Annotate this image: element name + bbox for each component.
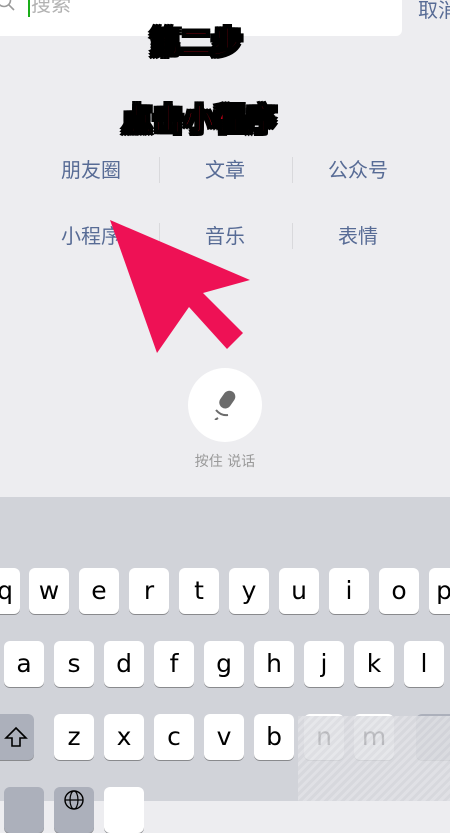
key-y[interactable]: y xyxy=(229,568,269,614)
key-f[interactable]: f xyxy=(154,641,194,687)
microphone-icon xyxy=(214,390,236,420)
category-stickers[interactable]: 表情 xyxy=(293,221,423,251)
key-q[interactable]: q xyxy=(0,568,20,614)
voice-hint: 按住 说话 xyxy=(194,454,256,470)
key-c[interactable]: c xyxy=(154,714,194,760)
key-s[interactable]: s xyxy=(54,641,94,687)
search-placeholder: 搜索 xyxy=(31,0,71,16)
instruction-banner: 点击小程序 xyxy=(121,102,277,138)
category-moments[interactable]: 朋友圈 xyxy=(26,155,156,185)
key-t[interactable]: t xyxy=(179,568,219,614)
key-e[interactable]: e xyxy=(79,568,119,614)
pointer-arrow-icon xyxy=(110,220,250,353)
watermark-overlay xyxy=(298,716,450,801)
key-l[interactable]: l xyxy=(404,641,444,687)
text-cursor xyxy=(28,0,30,17)
globe-key[interactable] xyxy=(54,787,94,833)
globe-icon xyxy=(64,790,84,810)
key-u[interactable]: u xyxy=(279,568,319,614)
key-g[interactable]: g xyxy=(204,641,244,687)
key-v[interactable]: v xyxy=(204,714,244,760)
key-r[interactable]: r xyxy=(129,568,169,614)
key-j[interactable]: j xyxy=(304,641,344,687)
key-i[interactable]: i xyxy=(329,568,369,614)
mic-key[interactable] xyxy=(104,787,144,833)
category-articles[interactable]: 文章 xyxy=(160,155,290,185)
shift-icon xyxy=(4,726,28,747)
key-z[interactable]: z xyxy=(54,714,94,760)
category-official-accounts[interactable]: 公众号 xyxy=(293,155,423,185)
key-b[interactable]: b xyxy=(254,714,294,760)
key-k[interactable]: k xyxy=(354,641,394,687)
numbers-key[interactable] xyxy=(4,787,44,833)
key-w[interactable]: w xyxy=(29,568,69,614)
search-icon xyxy=(0,0,15,11)
key-x[interactable]: x xyxy=(104,714,144,760)
voice-button[interactable] xyxy=(188,368,262,442)
key-d[interactable]: d xyxy=(104,641,144,687)
cancel-button[interactable]: 取消 xyxy=(418,0,450,26)
shift-key[interactable] xyxy=(0,714,34,760)
key-p[interactable]: p xyxy=(429,568,450,614)
step-banner: 第二步 xyxy=(149,25,243,61)
key-o[interactable]: o xyxy=(379,568,419,614)
key-a[interactable]: a xyxy=(4,641,44,687)
key-h[interactable]: h xyxy=(254,641,294,687)
